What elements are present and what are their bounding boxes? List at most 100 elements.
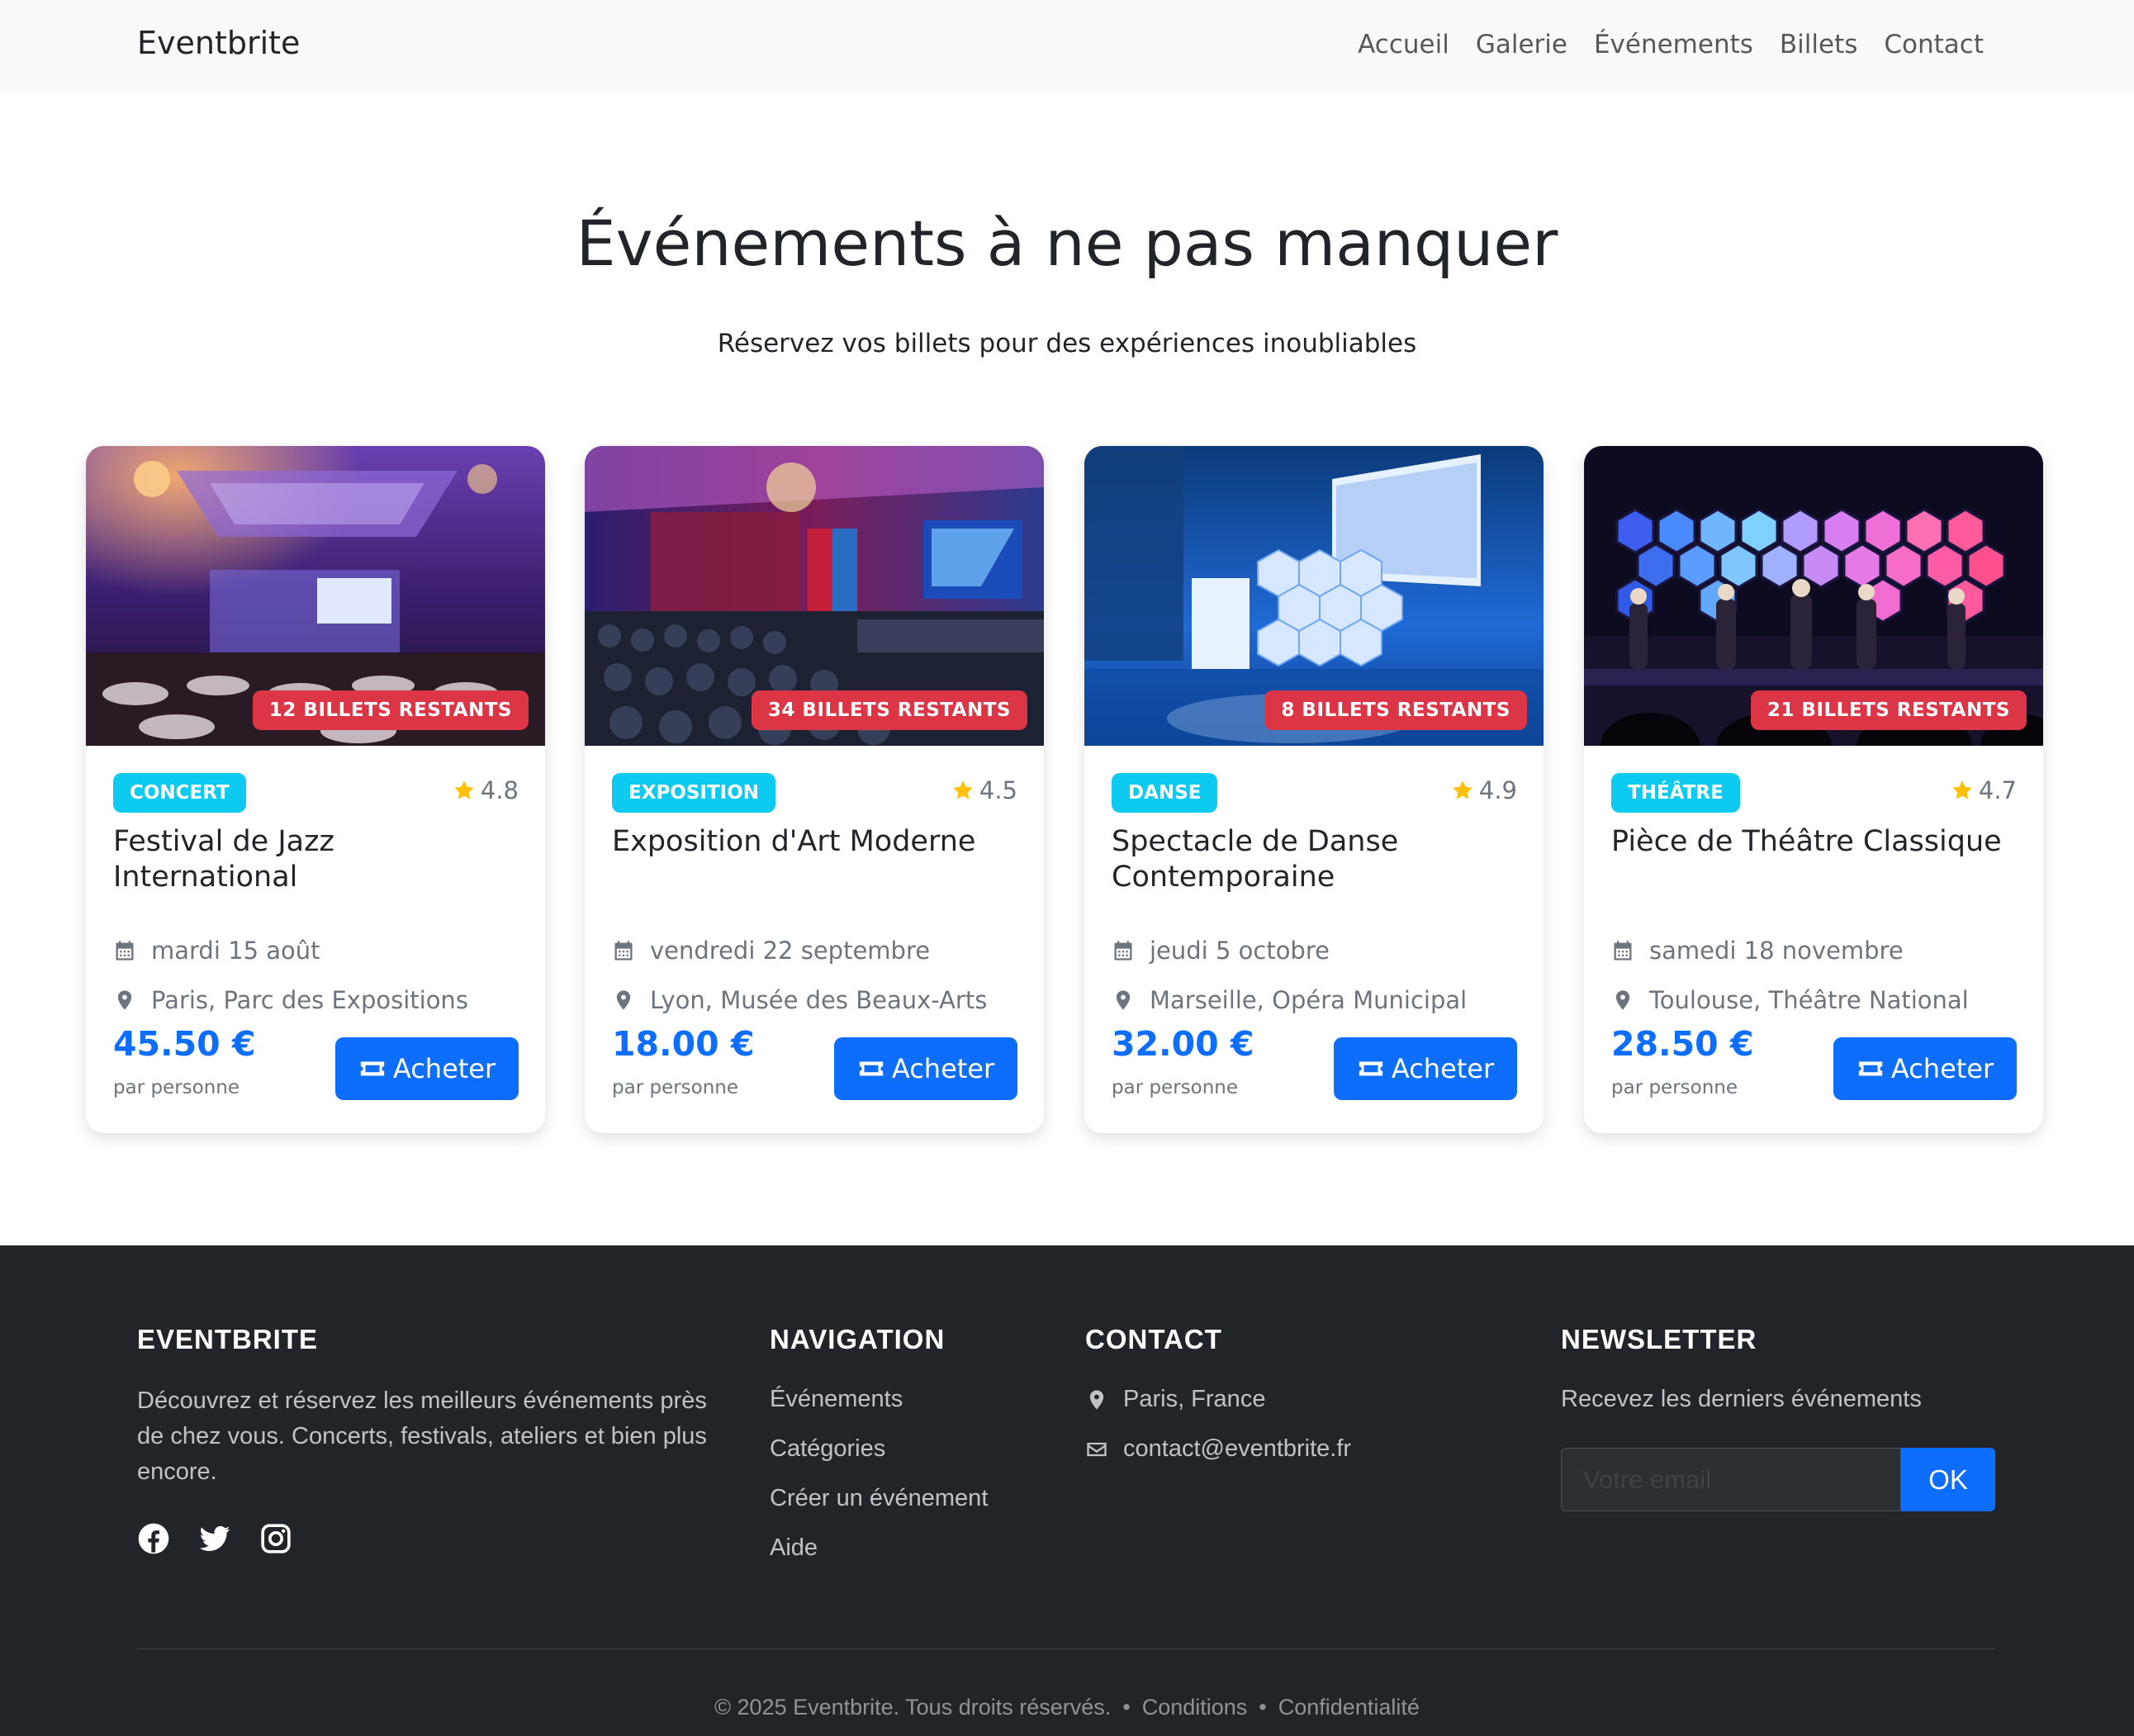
event-date-text: samedi 18 novembre xyxy=(1649,937,1904,965)
price-unit: par personne xyxy=(113,1077,240,1098)
buy-button[interactable]: Acheter xyxy=(1334,1037,1517,1100)
event-card[interactable]: 8 BILLETS RESTANTS DANSE 4.9 Spectacle d… xyxy=(1084,446,1544,1133)
footer-contact-heading: CONTACT xyxy=(1085,1324,1222,1354)
nav-link-evenements[interactable]: Événements xyxy=(1594,30,1753,59)
footer-address-text: Paris, France xyxy=(1123,1386,1266,1412)
price-unit: par personne xyxy=(1611,1077,1738,1098)
rating: 4.9 xyxy=(1451,776,1517,804)
star-icon xyxy=(1453,780,1472,799)
price-unit: par personne xyxy=(1112,1077,1239,1098)
event-title[interactable]: Exposition d'Art Moderne xyxy=(612,824,1017,860)
ticket-icon xyxy=(360,1061,385,1076)
event-date: vendredi 22 septembre xyxy=(612,937,930,965)
buy-button-label: Acheter xyxy=(1890,1053,1994,1084)
page-title: Événements à ne pas manquer xyxy=(576,206,1558,280)
footer-link-categories[interactable]: Catégories xyxy=(770,1435,885,1463)
event-card[interactable]: 12 BILLETS RESTANTS CONCERT 4.8 Festival… xyxy=(86,446,545,1133)
navbar: Eventbrite Accueil Galerie Événements Bi… xyxy=(0,0,2134,92)
newsletter-text: Recevez les derniers événements xyxy=(1561,1386,1922,1412)
newsletter-submit-button[interactable]: OK xyxy=(1901,1448,1995,1511)
star-icon xyxy=(1952,780,1972,799)
tickets-left-badge: 12 BILLETS RESTANTS xyxy=(252,690,529,730)
buy-button[interactable]: Acheter xyxy=(1833,1037,2017,1100)
event-date: samedi 18 novembre xyxy=(1611,937,1904,965)
footer: EVENTBRITE Découvrez et réservez les mei… xyxy=(0,1245,2134,1736)
star-icon xyxy=(953,780,973,799)
calendar-icon xyxy=(1114,941,1132,960)
event-card[interactable]: 21 BILLETS RESTANTS THÉÂTRE 4.7 Pièce de… xyxy=(1584,446,2043,1133)
twitter-icon[interactable] xyxy=(198,1522,231,1555)
event-location-text: Paris, Parc des Expositions xyxy=(151,986,468,1014)
event-date-text: vendredi 22 septembre xyxy=(650,937,931,965)
map-pin-icon xyxy=(1089,1389,1104,1410)
nav-links: Accueil Galerie Événements Billets Conta… xyxy=(1358,30,1984,59)
instagram-icon[interactable] xyxy=(259,1522,292,1555)
price-unit: par personne xyxy=(612,1077,739,1098)
tickets-left-badge: 34 BILLETS RESTANTS xyxy=(751,690,1027,730)
buy-button[interactable]: Acheter xyxy=(834,1037,1017,1100)
map-pin-icon xyxy=(1116,990,1131,1010)
page-subtitle: Réservez vos billets pour des expérience… xyxy=(717,329,1417,358)
event-location: Paris, Parc des Expositions xyxy=(113,986,468,1014)
tickets-left-badge: 8 BILLETS RESTANTS xyxy=(1264,690,1527,730)
category-badge: CONCERT xyxy=(113,773,246,813)
calendar-icon xyxy=(1614,941,1632,960)
facebook-icon[interactable] xyxy=(137,1522,170,1555)
event-location: Toulouse, Théâtre National xyxy=(1611,986,1969,1014)
privacy-link[interactable]: Confidentialité xyxy=(1278,1695,1420,1719)
event-title[interactable]: Spectacle de Danse Contemporaine xyxy=(1112,824,1516,895)
footer-divider xyxy=(137,1648,1995,1649)
brand-logo[interactable]: Eventbrite xyxy=(137,25,300,61)
event-location: Lyon, Musée des Beaux-Arts xyxy=(612,986,987,1014)
footer-about-text: Découvrez et réservez les meilleurs évén… xyxy=(137,1387,707,1485)
event-price: 28.50 € xyxy=(1611,1024,1754,1064)
category-badge: THÉÂTRE xyxy=(1611,773,1740,813)
nav-link-accueil[interactable]: Accueil xyxy=(1358,30,1449,59)
terms-link[interactable]: Conditions xyxy=(1142,1695,1248,1719)
event-price: 18.00 € xyxy=(612,1024,755,1064)
footer-newsletter-heading: NEWSLETTER xyxy=(1561,1324,1757,1354)
social-links xyxy=(137,1522,292,1555)
rating-value: 4.8 xyxy=(480,776,519,804)
footer-email[interactable]: contact@eventbrite.fr xyxy=(1085,1435,1351,1463)
newsletter-email-input[interactable] xyxy=(1561,1448,1901,1511)
footer-link-evenements[interactable]: Événements xyxy=(770,1386,903,1413)
map-pin-icon xyxy=(616,990,631,1010)
footer-link-creer-evenement[interactable]: Créer un événement xyxy=(770,1485,988,1512)
event-location-text: Toulouse, Théâtre National xyxy=(1649,986,1969,1014)
event-card[interactable]: 34 BILLETS RESTANTS EXPOSITION 4.5 Expos… xyxy=(585,446,1044,1133)
event-date-text: jeudi 5 octobre xyxy=(1150,937,1330,965)
nav-link-contact[interactable]: Contact xyxy=(1884,30,1984,59)
event-location-text: Lyon, Musée des Beaux-Arts xyxy=(650,986,988,1014)
buy-button-label: Acheter xyxy=(392,1053,496,1084)
footer-about-heading: EVENTBRITE xyxy=(137,1324,319,1354)
event-date-text: mardi 15 août xyxy=(151,937,320,965)
separator: • xyxy=(1259,1695,1267,1719)
separator: • xyxy=(1122,1695,1131,1719)
event-price: 45.50 € xyxy=(113,1024,256,1064)
envelope-icon xyxy=(1087,1442,1107,1456)
nav-link-billets[interactable]: Billets xyxy=(1780,30,1857,59)
event-title[interactable]: Pièce de Théâtre Classique xyxy=(1611,824,2016,860)
calendar-icon xyxy=(116,941,134,960)
rating-value: 4.7 xyxy=(1978,776,2017,804)
footer-bottom: © 2025 Eventbrite. Tous droits réservés.… xyxy=(0,1695,2134,1720)
buy-button-label: Acheter xyxy=(1391,1053,1495,1084)
event-price: 32.00 € xyxy=(1112,1024,1254,1064)
rating-value: 4.5 xyxy=(979,776,1017,804)
star-icon xyxy=(454,780,474,799)
footer-link-aide[interactable]: Aide xyxy=(770,1534,818,1562)
category-badge: DANSE xyxy=(1112,773,1218,813)
page: Eventbrite Accueil Galerie Événements Bi… xyxy=(0,0,2134,1736)
calendar-icon xyxy=(614,941,633,960)
rating: 4.7 xyxy=(1951,776,2017,804)
map-pin-icon xyxy=(1615,990,1630,1010)
tickets-left-badge: 21 BILLETS RESTANTS xyxy=(1750,690,2027,730)
ticket-icon xyxy=(1858,1061,1883,1076)
buy-button[interactable]: Acheter xyxy=(335,1037,519,1100)
ticket-icon xyxy=(1359,1061,1383,1076)
event-title[interactable]: Festival de Jazz International xyxy=(113,824,518,895)
copyright: © 2025 Eventbrite. Tous droits réservés. xyxy=(714,1695,1112,1719)
nav-link-galerie[interactable]: Galerie xyxy=(1476,30,1567,59)
rating: 4.8 xyxy=(453,776,519,804)
